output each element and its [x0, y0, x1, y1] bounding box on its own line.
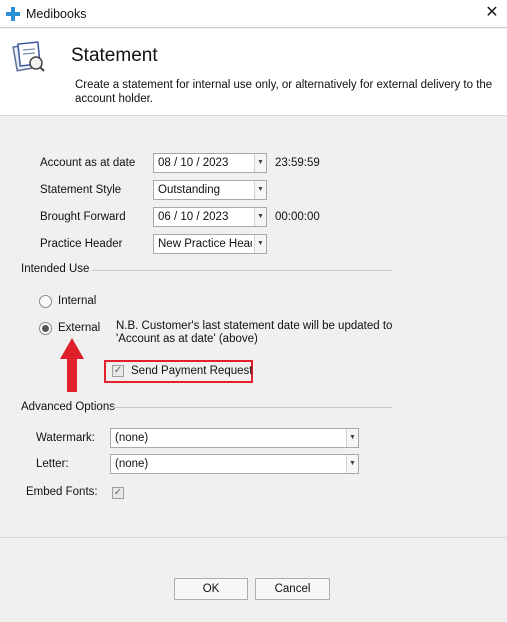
chevron-down-icon[interactable]: ▼ [254, 181, 266, 199]
external-radio-label[interactable]: External [58, 322, 100, 334]
internal-radio-label[interactable]: Internal [58, 295, 96, 307]
chevron-down-icon[interactable]: ▼ [254, 235, 266, 253]
send-payment-request-label[interactable]: Send Payment Request [131, 365, 252, 377]
medibooks-plus-icon [6, 7, 20, 21]
practice-header-value: New Practice Head [158, 238, 252, 250]
external-radio[interactable] [39, 322, 52, 335]
divider [92, 270, 392, 271]
dialog-header: Statement Create a statement for interna… [0, 29, 507, 116]
account-as-at-label: Account as at date [40, 157, 136, 169]
watermark-value: (none) [115, 432, 149, 444]
statement-style-select[interactable]: Outstanding ▼ [153, 180, 267, 200]
account-as-at-time: 23:59:59 [275, 157, 320, 169]
advanced-options-heading: Advanced Options [21, 401, 115, 413]
footer-divider [0, 537, 507, 538]
cancel-button[interactable]: Cancel [255, 578, 330, 600]
practice-header-label: Practice Header [40, 238, 123, 250]
brought-forward-date-picker[interactable]: 06 / 10 / 2023 ▼ [153, 207, 267, 227]
letter-value: (none) [115, 458, 149, 470]
brought-forward-label: Brought Forward [40, 211, 126, 223]
intended-use-heading: Intended Use [21, 263, 90, 275]
chevron-down-icon[interactable]: ▼ [254, 208, 266, 226]
watermark-select[interactable]: (none) ▼ [110, 428, 359, 448]
brought-forward-time: 00:00:00 [275, 211, 320, 223]
external-note: N.B. Customer's last statement date will… [116, 320, 393, 345]
watermark-label: Watermark: [36, 432, 95, 444]
statement-icon [12, 41, 45, 72]
send-payment-request-checkbox[interactable]: ✓ [112, 365, 124, 377]
letter-label: Letter: [36, 458, 69, 470]
account-as-at-date-picker[interactable]: 08 / 10 / 2023 ▼ [153, 153, 267, 173]
embed-fonts-label: Embed Fonts: [26, 486, 98, 498]
title-bar: Medibooks ✕ [0, 0, 507, 28]
chevron-down-icon[interactable]: ▼ [346, 455, 358, 473]
window-title: Medibooks [26, 7, 87, 21]
chevron-down-icon[interactable]: ▼ [346, 429, 358, 447]
statement-style-label: Statement Style [40, 184, 122, 196]
divider [112, 407, 392, 408]
account-as-at-value: 08 / 10 / 2023 [158, 157, 229, 169]
statement-style-value: Outstanding [158, 184, 221, 196]
embed-fonts-checkbox[interactable]: ✓ [112, 487, 124, 499]
red-arrow-annotation [60, 338, 84, 392]
page-title: Statement [71, 45, 158, 66]
page-description: Create a statement for internal use only… [75, 79, 493, 105]
letter-select[interactable]: (none) ▼ [110, 454, 359, 474]
ok-button[interactable]: OK [174, 578, 248, 600]
close-icon[interactable]: ✕ [484, 5, 500, 21]
chevron-down-icon[interactable]: ▼ [254, 154, 266, 172]
brought-forward-value: 06 / 10 / 2023 [158, 211, 229, 223]
internal-radio[interactable] [39, 295, 52, 308]
practice-header-select[interactable]: New Practice Head ▼ [153, 234, 267, 254]
